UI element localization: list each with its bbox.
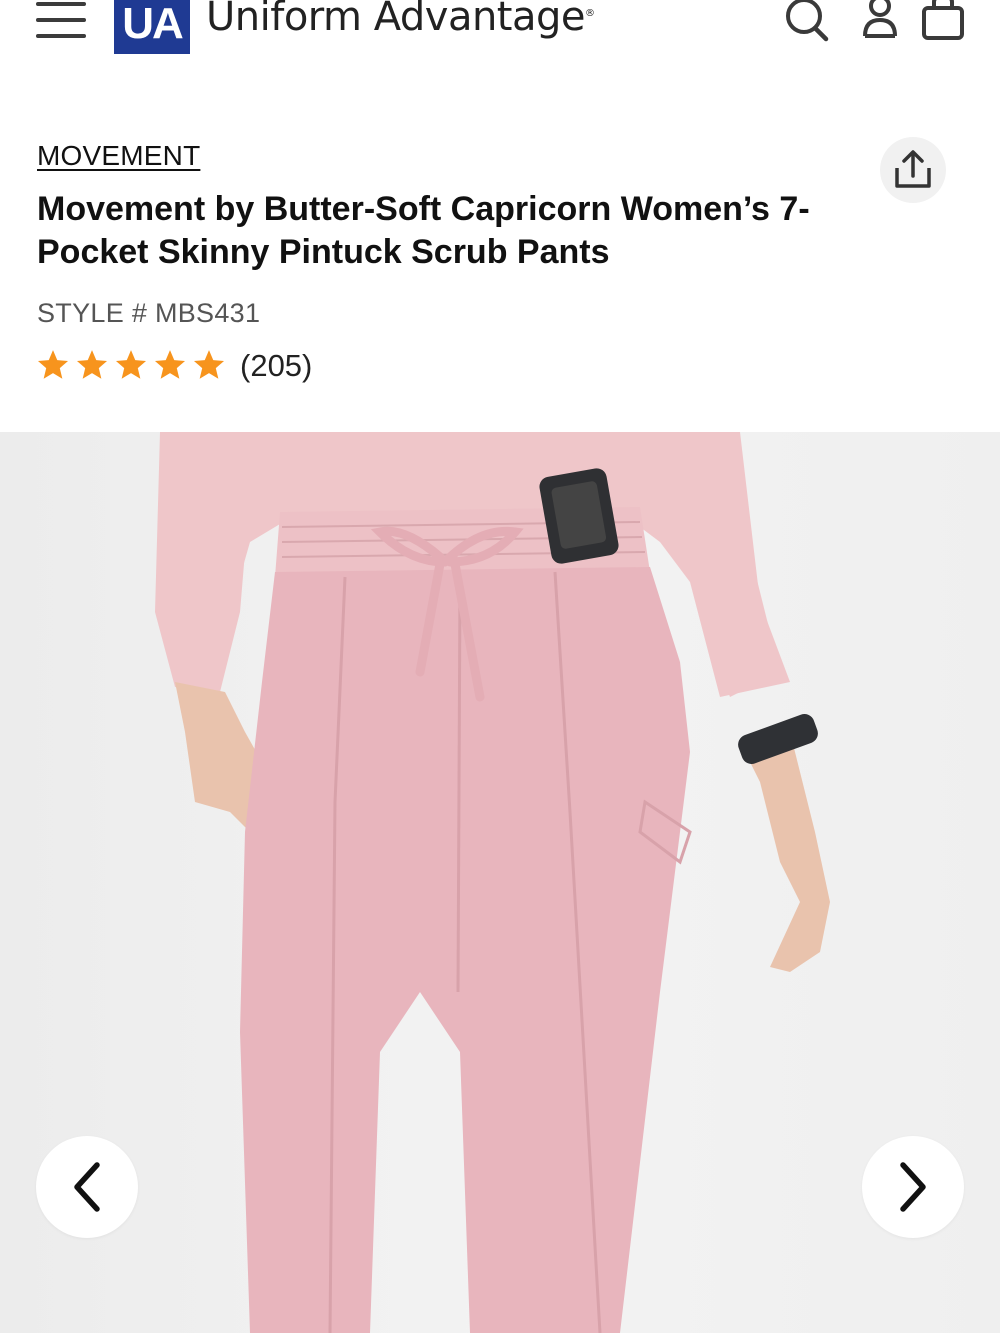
pants-illustration	[155, 432, 830, 1333]
search-icon[interactable]	[782, 0, 830, 46]
prev-image-button[interactable]	[36, 1136, 138, 1238]
star-icon	[37, 350, 69, 379]
share-icon	[895, 150, 931, 188]
product-image[interactable]	[0, 432, 1000, 1333]
chevron-right-icon	[900, 1162, 926, 1212]
brand-link[interactable]: MOVEMENT	[37, 140, 200, 172]
product-title: Movement by Butter-Soft Capricorn Women’…	[37, 190, 810, 271]
logo-mark-text: UA	[122, 0, 184, 48]
next-image-button[interactable]	[862, 1136, 964, 1238]
account-icon[interactable]	[858, 0, 906, 46]
review-count[interactable]: (205)	[240, 348, 312, 384]
logo-text-label: Uniform Advantage	[206, 0, 586, 40]
star-icon	[76, 350, 108, 379]
menu-icon[interactable]	[36, 0, 88, 42]
share-button[interactable]	[880, 137, 946, 203]
logo-mark[interactable]: UA	[114, 0, 190, 54]
star-icon	[154, 350, 186, 379]
rating-stars[interactable]	[36, 348, 226, 382]
logo-trademark: ®	[585, 8, 595, 19]
star-icon	[115, 350, 147, 379]
logo-text[interactable]: Uniform Advantage®	[206, 0, 595, 40]
bag-icon[interactable]	[920, 0, 968, 46]
site-header: UA Uniform Advantage®	[0, 0, 1000, 70]
star-icon	[193, 350, 225, 379]
chevron-left-icon	[74, 1162, 100, 1212]
product-page: UA Uniform Advantage® MOVEMENT Movement …	[0, 0, 1000, 1333]
style-number: STYLE # MBS431	[37, 298, 261, 328]
